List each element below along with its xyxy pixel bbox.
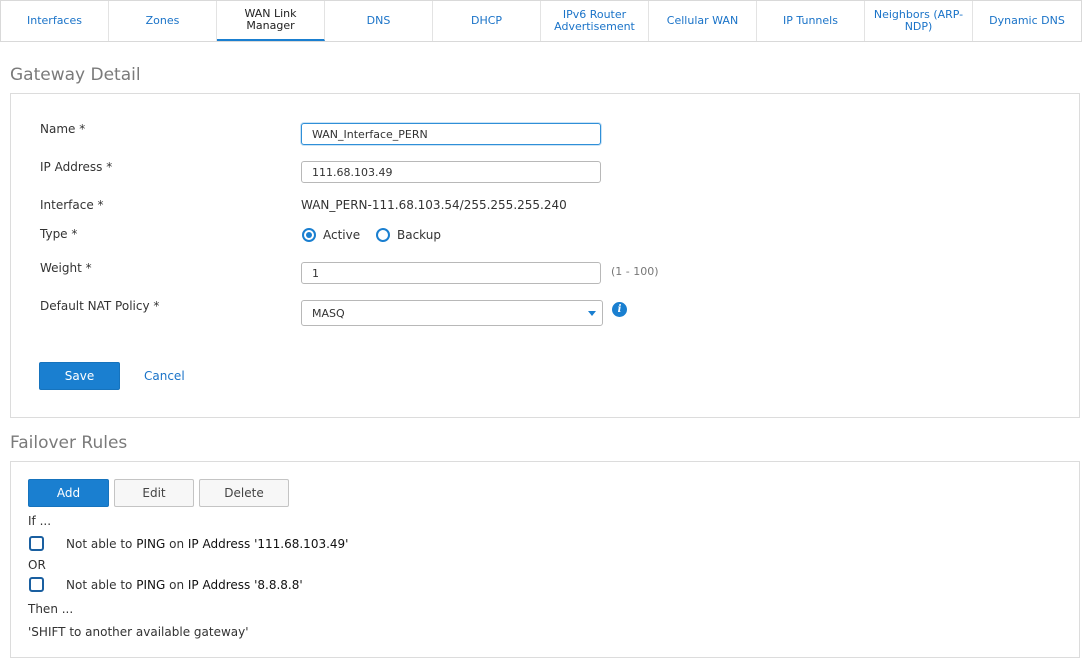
- weight-input[interactable]: [301, 262, 601, 284]
- if-label: If ...: [28, 514, 52, 528]
- gateway-detail-panel: Name * IP Address * Interface * WAN_PERN…: [10, 93, 1080, 418]
- top-tab-bar: Interfaces Zones WAN Link Manager DNS DH…: [0, 0, 1082, 42]
- interface-value: WAN_PERN-111.68.103.54/255.255.255.240: [301, 198, 567, 212]
- type-active-label: Active: [323, 228, 361, 242]
- tab-ip-tunnels[interactable]: IP Tunnels: [757, 1, 865, 41]
- rule-2-text: Not able to PING on IP Address '8.8.8.8': [66, 578, 303, 592]
- rule-1-text: Not able to PING on IP Address '111.68.1…: [66, 537, 349, 551]
- tab-dhcp[interactable]: DHCP: [433, 1, 541, 41]
- rule-2-checkbox[interactable]: [29, 577, 44, 592]
- ip-address-input[interactable]: [301, 161, 601, 183]
- then-label: Then ...: [28, 602, 74, 616]
- default-nat-policy-select[interactable]: MASQ: [301, 300, 603, 326]
- edit-button[interactable]: Edit: [114, 479, 194, 507]
- cancel-button[interactable]: Cancel: [144, 369, 185, 383]
- radio-unselected-icon: [376, 228, 390, 242]
- radio-selected-icon: [302, 228, 316, 242]
- type-active-radio[interactable]: Active: [302, 228, 360, 242]
- delete-button[interactable]: Delete: [199, 479, 289, 507]
- tab-neighbors[interactable]: Neighbors (ARP-NDP): [865, 1, 973, 41]
- interface-label: Interface *: [40, 198, 104, 212]
- failover-action-text: 'SHIFT to another available gateway': [28, 625, 249, 639]
- gateway-detail-title: Gateway Detail: [10, 65, 141, 85]
- add-button[interactable]: Add: [28, 479, 109, 507]
- type-label: Type *: [40, 227, 78, 241]
- default-nat-policy-label: Default NAT Policy *: [40, 299, 160, 313]
- ip-address-label: IP Address *: [40, 160, 113, 174]
- weight-range-hint: (1 - 100): [611, 265, 659, 278]
- weight-label: Weight *: [40, 261, 92, 275]
- name-input[interactable]: [301, 123, 601, 145]
- or-label: OR: [28, 558, 46, 572]
- info-icon[interactable]: i: [612, 302, 627, 317]
- rule-1-checkbox[interactable]: [29, 536, 44, 551]
- tab-cellular-wan[interactable]: Cellular WAN: [649, 1, 757, 41]
- tab-dns[interactable]: DNS: [325, 1, 433, 41]
- type-backup-radio[interactable]: Backup: [376, 228, 441, 242]
- chevron-down-icon: [588, 311, 596, 316]
- tab-interfaces[interactable]: Interfaces: [1, 1, 109, 41]
- type-backup-label: Backup: [397, 228, 441, 242]
- tab-wan-link-manager[interactable]: WAN Link Manager: [217, 1, 325, 41]
- failover-rules-panel: Add Edit Delete If ... Not able to PING …: [10, 461, 1080, 658]
- name-label: Name *: [40, 122, 86, 136]
- default-nat-policy-value: MASQ: [312, 306, 345, 320]
- tab-ipv6-router-advertisement[interactable]: IPv6 Router Advertisement: [541, 1, 649, 41]
- failover-rules-title: Failover Rules: [10, 433, 128, 453]
- tab-zones[interactable]: Zones: [109, 1, 217, 41]
- save-button[interactable]: Save: [39, 362, 120, 390]
- tab-dynamic-dns[interactable]: Dynamic DNS: [973, 1, 1081, 41]
